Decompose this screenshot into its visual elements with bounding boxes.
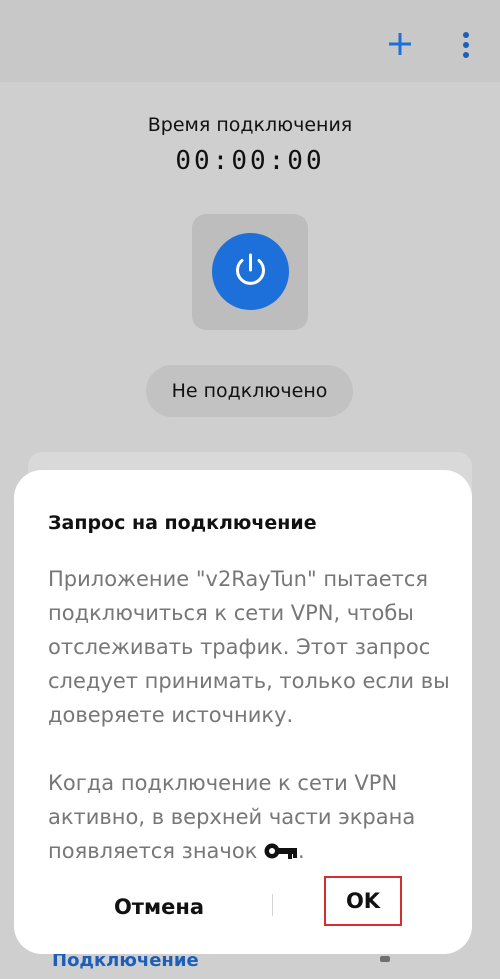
ok-button[interactable]: OK	[324, 876, 402, 926]
dialog-body: Приложение "v2RayTun" пытается подключит…	[48, 562, 458, 868]
power-button[interactable]	[212, 233, 289, 310]
nav-indicator	[380, 956, 390, 962]
plus-icon[interactable]	[387, 31, 413, 57]
connection-timer: 00:00:00	[175, 146, 325, 176]
power-tile	[192, 214, 308, 330]
dialog-paragraph-2: Когда подключение к сети VPN активно, в …	[48, 766, 458, 868]
dialog-paragraph-1: Приложение "v2RayTun" пытается подключит…	[48, 567, 450, 727]
power-icon	[236, 253, 265, 285]
dialog-title: Запрос на подключение	[48, 512, 317, 534]
dialog-paragraph-2-end: .	[298, 839, 305, 863]
key-icon	[264, 843, 298, 859]
more-vert-icon[interactable]	[456, 30, 476, 60]
dialog-paragraph-2-text: Когда подключение к сети VPN активно, в …	[48, 771, 416, 863]
actions-divider	[272, 894, 273, 916]
connection-status-badge[interactable]: Не подключено	[146, 365, 353, 417]
app-bar	[0, 0, 500, 82]
vpn-connection-dialog: Запрос на подключение Приложение "v2RayT…	[14, 470, 472, 954]
connection-time-label: Время подключения	[147, 114, 353, 136]
cancel-button[interactable]: Отмена	[74, 889, 244, 925]
dialog-actions: Отмена OK	[14, 870, 472, 940]
